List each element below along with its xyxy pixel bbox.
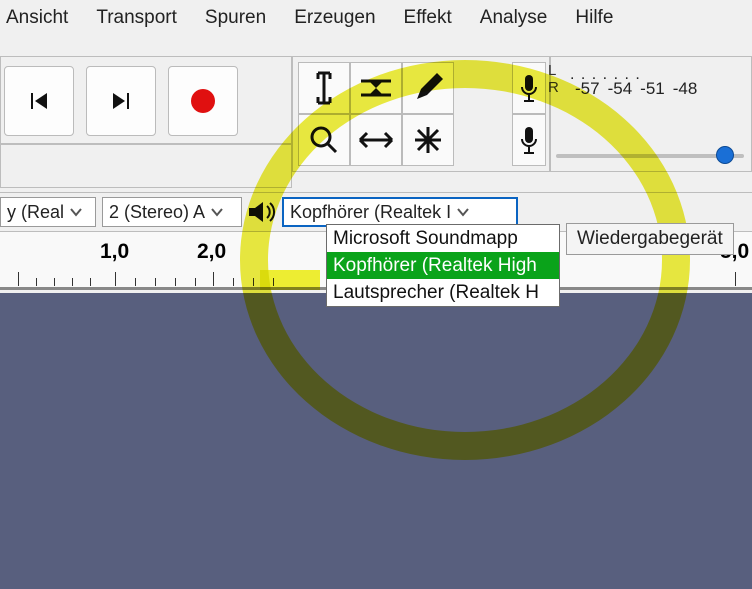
transport-buttons: [0, 65, 238, 137]
chevron-down-icon: [70, 206, 82, 218]
menu-bar: Ansicht Transport Spuren Erzeugen Effekt…: [0, 0, 752, 36]
dropdown-option-selected[interactable]: Kopfhörer (Realtek High: [327, 252, 559, 279]
speaker-icon: [242, 197, 280, 227]
skip-start-icon: [27, 89, 51, 113]
playback-device-dropdown[interactable]: Microsoft Soundmapp Kopfhörer (Realtek H…: [326, 224, 560, 307]
audio-host-value: y (Real: [7, 202, 64, 223]
playback-device-combo[interactable]: Kopfhörer (Realtek I: [282, 197, 518, 227]
menu-item-analyze[interactable]: Analyse: [480, 7, 548, 29]
tools-grid: [298, 62, 506, 166]
meter-scale: -57 -54 -51 -48: [575, 79, 697, 99]
selection-tool-icon: [311, 71, 337, 105]
menu-item-view[interactable]: Ansicht: [6, 7, 68, 29]
timeshift-tool-icon: [358, 130, 394, 150]
menu-item-generate[interactable]: Erzeugen: [294, 7, 375, 29]
meter-value: -51: [640, 79, 665, 99]
menu-item-effect[interactable]: Effekt: [404, 7, 452, 29]
microphone-icon: [519, 125, 539, 155]
track-area[interactable]: [0, 293, 752, 589]
record-channels-combo[interactable]: 2 (Stereo) A: [102, 197, 242, 227]
playback-device-tooltip: Wiedergabegerät: [566, 223, 734, 255]
multi-tool-icon: [413, 125, 443, 155]
menu-item-help[interactable]: Hilfe: [575, 7, 613, 29]
menu-item-tracks[interactable]: Spuren: [205, 7, 266, 29]
chevron-down-icon: [211, 206, 223, 218]
spacer2: [454, 114, 506, 166]
gain-slider-knob[interactable]: [716, 146, 734, 164]
skip-end-button[interactable]: [86, 66, 156, 136]
record-channels-value: 2 (Stereo) A: [109, 202, 205, 223]
meter-right-label: R: [548, 79, 559, 96]
meter-value: -48: [673, 79, 698, 99]
multi-tool[interactable]: [402, 114, 454, 166]
ruler-label: 1,0: [100, 240, 129, 264]
chevron-down-icon: [457, 206, 469, 218]
record-icon: [188, 86, 218, 116]
zoom-tool[interactable]: [298, 114, 350, 166]
playback-device-value: Kopfhörer (Realtek I: [290, 202, 451, 223]
extra-toolbar-panel: [0, 144, 292, 188]
envelope-tool[interactable]: [350, 62, 402, 114]
skip-start-button[interactable]: [4, 66, 74, 136]
meter-value: -57: [575, 79, 600, 99]
menu-item-transport[interactable]: Transport: [96, 7, 177, 29]
audio-host-combo[interactable]: y (Real: [0, 197, 96, 227]
meter-value: -54: [608, 79, 633, 99]
draw-tool[interactable]: [402, 62, 454, 114]
record-meter-mic-button[interactable]: [512, 62, 546, 114]
selection-tool[interactable]: [298, 62, 350, 114]
record-button[interactable]: [168, 66, 238, 136]
ruler-label: 2,0: [197, 240, 226, 264]
play-meter-mic-button[interactable]: [512, 114, 546, 166]
envelope-tool-icon: [359, 75, 393, 101]
skip-end-icon: [109, 89, 133, 113]
annotation-underline: [260, 270, 320, 290]
meter-left-label: L: [548, 62, 559, 79]
microphone-icon: [519, 73, 539, 103]
mic-column: [512, 62, 546, 166]
zoom-tool-icon: [309, 125, 339, 155]
draw-tool-icon: [413, 73, 443, 103]
dropdown-option[interactable]: Lautsprecher (Realtek H: [327, 279, 559, 306]
timeshift-tool[interactable]: [350, 114, 402, 166]
dropdown-option[interactable]: Microsoft Soundmapp: [327, 225, 559, 252]
meter-channel-labels: L R: [548, 62, 559, 96]
spacer: [454, 62, 506, 114]
